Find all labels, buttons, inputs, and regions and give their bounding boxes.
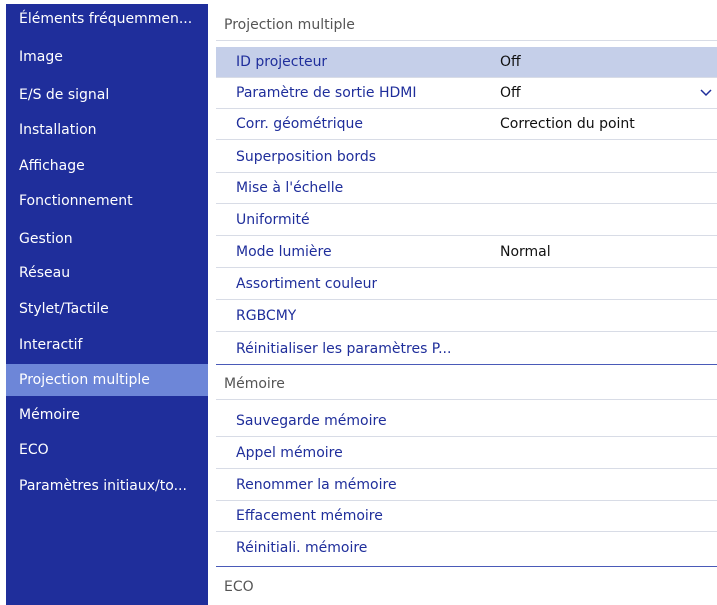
menu-row-label: Mode lumière: [236, 244, 332, 260]
menu-row-uniformity[interactable]: Uniformité: [216, 205, 717, 236]
sidebar-item-affichage[interactable]: Affichage: [6, 151, 208, 181]
menu-row-erase-memory[interactable]: Effacement mémoire: [216, 501, 717, 532]
menu-row-load-memory[interactable]: Appel mémoire: [216, 438, 717, 469]
section-divider: [216, 566, 717, 567]
menu-row-value: Off: [500, 54, 521, 70]
menu-row-label: Superposition bords: [236, 149, 377, 165]
section-title: Projection multiple: [224, 17, 355, 33]
menu-row-label: Corr. géométrique: [236, 116, 364, 132]
menu-row-label: Sauvegarde mémoire: [236, 413, 387, 429]
sidebar-item-gestion[interactable]: Gestion: [6, 224, 208, 254]
chevron-down-icon[interactable]: [700, 87, 712, 99]
settings-window: Éléments fréquemmen... Image E/S de sign…: [0, 0, 717, 605]
menu-row-label: Réinitialiser les paramètres P...: [236, 341, 452, 357]
menu-row-scaling[interactable]: Mise à l'échelle: [216, 173, 717, 204]
settings-panel: Projection multiple ID projecteur Off Pa…: [208, 4, 717, 605]
menu-row-label: Effacement mémoire: [236, 508, 383, 524]
menu-row-label: RGBCMY: [236, 308, 297, 324]
menu-row-edge-blending[interactable]: Superposition bords: [216, 142, 717, 173]
menu-row-label: Appel mémoire: [236, 445, 343, 461]
menu-row-light-mode[interactable]: Mode lumière Normal: [216, 237, 717, 268]
sidebar-item-fonctionnement[interactable]: Fonctionnement: [6, 186, 208, 216]
sidebar-item-stylet-tactile[interactable]: Stylet/Tactile: [6, 294, 208, 324]
sidebar-item-projection-multiple[interactable]: Projection multiple: [6, 364, 208, 396]
menu-row-value: Normal: [500, 244, 551, 260]
sidebar-item-es-de-signal[interactable]: E/S de signal: [6, 80, 208, 110]
sidebar-item-elements-frequemment[interactable]: Éléments fréquemmen...: [6, 4, 208, 34]
menu-row-color-matching[interactable]: Assortiment couleur: [216, 269, 717, 300]
sidebar-item-interactif[interactable]: Interactif: [6, 330, 208, 360]
menu-row-id-projecteur[interactable]: ID projecteur Off: [216, 47, 717, 78]
sidebar-item-installation[interactable]: Installation: [6, 115, 208, 145]
menu-row-geometric-correction[interactable]: Corr. géométrique Correction du point: [216, 109, 717, 140]
menu-row-label: ID projecteur: [236, 54, 328, 70]
menu-row-label: Renommer la mémoire: [236, 477, 397, 493]
menu-row-label: Mise à l'échelle: [236, 180, 344, 196]
section-header-memoire: Mémoire: [216, 369, 717, 400]
section-header-projection-multiple: Projection multiple: [216, 10, 717, 41]
sidebar-item-reseau[interactable]: Réseau: [6, 258, 208, 288]
menu-row-reset-memory[interactable]: Réinitiali. mémoire: [216, 533, 717, 564]
menu-row-value: Correction du point: [500, 116, 635, 132]
menu-row-label: Uniformité: [236, 212, 310, 228]
sidebar-item-parametres-initiaux[interactable]: Paramètres initiaux/to...: [6, 471, 208, 501]
menu-row-value: Off: [500, 85, 521, 101]
section-title: Mémoire: [224, 376, 285, 392]
sidebar-item-memoire[interactable]: Mémoire: [6, 400, 208, 430]
section-header-eco: ECO: [216, 572, 717, 603]
sidebar-item-image[interactable]: Image: [6, 42, 208, 72]
menu-row-label: Assortiment couleur: [236, 276, 378, 292]
menu-row-rename-memory[interactable]: Renommer la mémoire: [216, 470, 717, 501]
menu-row-rgbcmy[interactable]: RGBCMY: [216, 301, 717, 332]
menu-row-label: Réinitiali. mémoire: [236, 540, 368, 556]
menu-row-save-memory[interactable]: Sauvegarde mémoire: [216, 406, 717, 437]
sidebar-item-eco[interactable]: ECO: [6, 435, 208, 465]
menu-row-label: Paramètre de sortie HDMI: [236, 85, 417, 101]
menu-row-reset-settings[interactable]: Réinitialiser les paramètres P...: [216, 334, 717, 365]
menu-row-hdmi-output[interactable]: Paramètre de sortie HDMI Off: [216, 78, 717, 109]
sidebar: Éléments fréquemmen... Image E/S de sign…: [6, 4, 208, 605]
section-title: ECO: [224, 579, 254, 595]
